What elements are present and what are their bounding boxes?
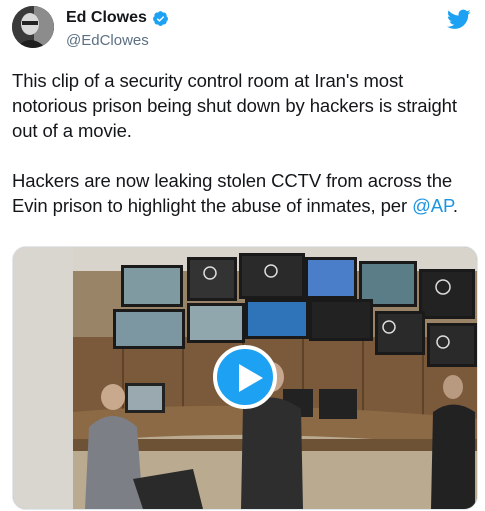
twitter-bird-icon[interactable] [447, 9, 471, 29]
tweet-paragraph-1: This clip of a security control room at … [12, 70, 457, 141]
play-icon[interactable] [213, 345, 277, 409]
tweet-text: This clip of a security control room at … [12, 68, 482, 218]
mention-link[interactable]: @AP [412, 195, 453, 216]
tweet-paragraph-2-end: . [452, 195, 458, 216]
author-name[interactable]: Ed Clowes [66, 9, 147, 27]
avatar[interactable] [12, 6, 54, 48]
profile-photo [12, 6, 54, 48]
video-player[interactable] [12, 246, 478, 510]
verified-badge-icon [152, 10, 168, 26]
tweet-paragraph-2: Hackers are now leaking stolen CCTV from… [12, 168, 482, 218]
author-handle[interactable]: @EdClowes [66, 32, 149, 49]
tweet-paragraph-2-text: Hackers are now leaking stolen CCTV from… [12, 170, 453, 216]
